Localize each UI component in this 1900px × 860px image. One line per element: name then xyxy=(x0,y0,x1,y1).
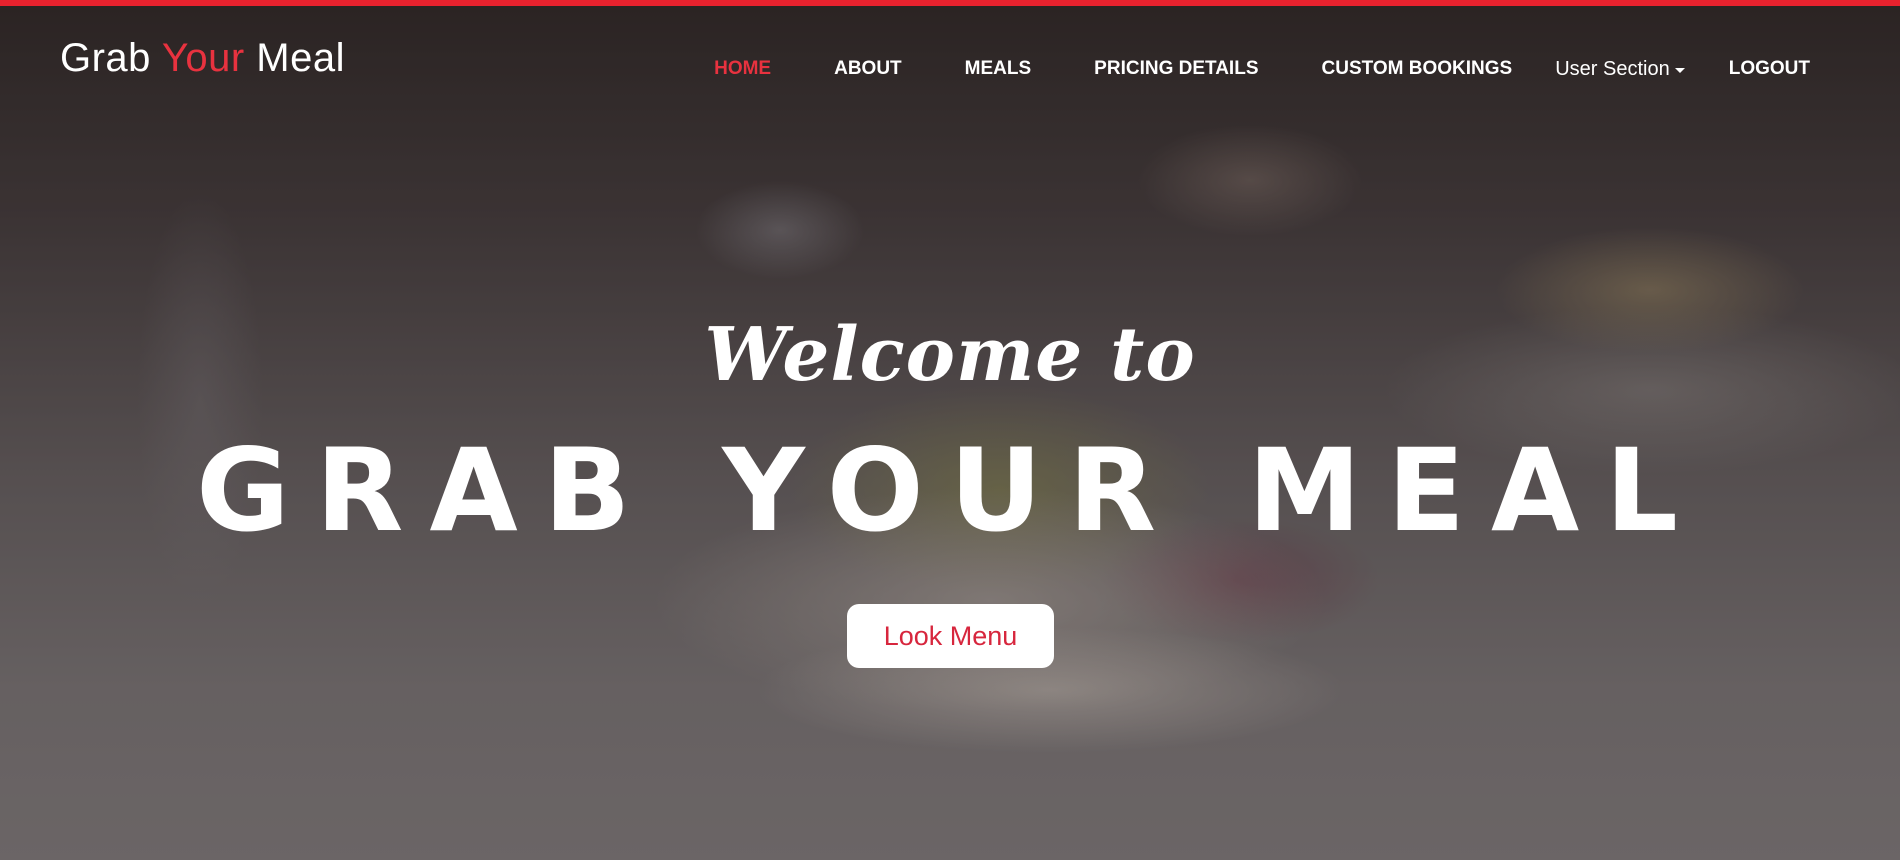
nav-custom-bookings[interactable]: CUSTOM BOOKINGS xyxy=(1322,32,1513,80)
nav-pricing-details[interactable]: PRICING DETAILS xyxy=(1094,32,1258,80)
navbar: Grab Your Meal HOME ABOUT MEALS PRICING … xyxy=(0,6,1900,106)
user-section-dropdown[interactable]: User Section xyxy=(1555,32,1685,81)
nav-about[interactable]: ABOUT xyxy=(834,32,902,80)
brand-text-grab: Grab xyxy=(60,36,162,80)
nav-home[interactable]: HOME xyxy=(714,32,771,80)
brand-text-your: Your xyxy=(161,36,245,80)
chevron-down-icon xyxy=(1674,67,1685,73)
brand-text-meal: Meal xyxy=(244,36,345,80)
nav-meals[interactable]: MEALS xyxy=(965,32,1032,80)
nav-logout[interactable]: LOGOUT xyxy=(1729,32,1810,80)
user-section-label: User Section xyxy=(1555,57,1670,80)
brand-logo[interactable]: Grab Your Meal xyxy=(60,36,345,81)
hero-headline: GRAB YOUR MEAL xyxy=(196,424,1704,557)
nav-links: HOME ABOUT MEALS PRICING DETAILS CUSTOM … xyxy=(714,6,1900,106)
home-page: Grab Your Meal HOME ABOUT MEALS PRICING … xyxy=(0,0,1900,860)
hero-welcome-text: Welcome to xyxy=(704,312,1196,398)
look-menu-button[interactable]: Look Menu xyxy=(847,604,1054,668)
